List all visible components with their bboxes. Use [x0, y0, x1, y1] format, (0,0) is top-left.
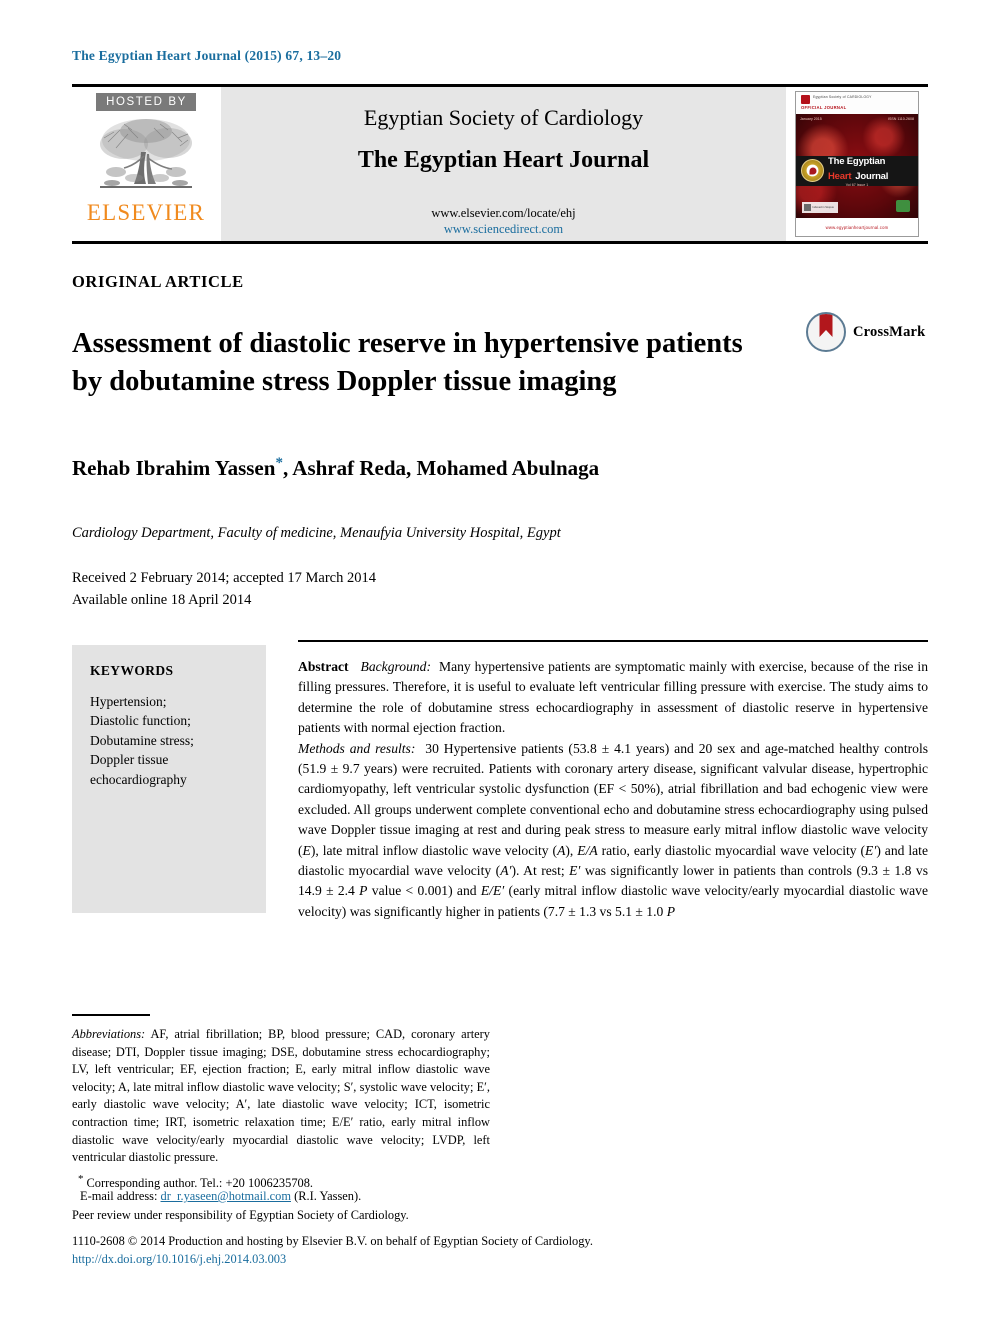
hosted-by-badge: HOSTED BY — [96, 93, 196, 111]
author-list: Rehab Ibrahim Yassen*, Ashraf Reda, Moha… — [72, 455, 599, 481]
abbreviations-label: Abbreviations: — [72, 1027, 146, 1041]
society-name: Egyptian Society of Cardiology — [363, 105, 644, 130]
keyword-item: Diastolic function; — [90, 713, 191, 729]
abstract-label: Abstract — [298, 659, 349, 674]
copyright-note: 1110-2608 © 2014 Production and hosting … — [72, 1234, 593, 1248]
abstract-methods-body-3: ), — [565, 842, 578, 858]
symbol-E-prime-2: E′ — [569, 862, 581, 878]
cover-index-badge: Indexed in Scopus — [802, 202, 838, 213]
email-label: E-mail address: — [80, 1189, 158, 1203]
abbreviations-note: Abbreviations: AF, atrial fibrillation; … — [72, 1026, 490, 1167]
cover-title-line1: The Egyptian — [828, 156, 886, 168]
abstract-background-label: Background: — [360, 659, 432, 674]
footnote-rule — [72, 1014, 150, 1016]
doi-link[interactable]: http://dx.doi.org/10.1016/j.ehj.2014.03.… — [72, 1252, 286, 1267]
abstract-background-paragraph: Abstract Background: Many hypertensive p… — [298, 657, 928, 739]
received-accepted-date: Received 2 February 2014; accepted 17 Ma… — [72, 570, 376, 586]
keywords-list: Hypertension; Diastolic function; Dobuta… — [90, 692, 250, 789]
elsevier-wordmark: ELSEVIER — [86, 200, 206, 225]
peer-review-note: Peer review under responsibility of Egyp… — [72, 1208, 409, 1222]
cover-issn: ISSN 1110-2608 — [887, 117, 914, 121]
cover-publisher-icon — [896, 200, 910, 212]
journal-cover-block: Egyptian Society of CARDIOLOGY OFFICIAL … — [786, 87, 928, 241]
abstract-text: Abstract Background: Many hypertensive p… — [298, 657, 928, 922]
affiliation: Cardiology Department, Faculty of medici… — [72, 525, 561, 541]
symbol-P-value-2: P — [666, 903, 675, 919]
sciencedirect-url[interactable]: www.sciencedirect.com — [444, 222, 563, 238]
cover-issue-date: January 2015 — [800, 117, 822, 121]
cover-title-heart: Heart — [828, 171, 852, 183]
cover-header-strip: Egyptian Society of CARDIOLOGY OFFICIAL … — [796, 92, 918, 115]
journal-citation: The Egyptian Heart Journal (2015) 67, 13… — [72, 48, 342, 63]
page-title: Assessment of diastolic reserve in hyper… — [72, 328, 743, 397]
author-primary: Rehab Ibrahim Yassen — [72, 456, 276, 480]
available-online-date: Available online 18 April 2014 — [72, 592, 252, 609]
abstract-methods-body-8: value < 0.001) and — [367, 883, 481, 899]
keywords-heading: KEYWORDS — [90, 663, 174, 678]
keyword-item: Doppler tissue — [90, 752, 169, 768]
symbol-A-prime: A′ — [500, 862, 512, 878]
cover-society-line: Egyptian Society of CARDIOLOGY — [813, 95, 872, 99]
abbreviations-body: AF, atrial fibrillation; BP, blood press… — [72, 1027, 490, 1165]
keyword-item: Dobutamine stress; — [90, 732, 194, 748]
email-owner: (R.I. Yassen). — [294, 1189, 362, 1203]
cover-title-band: The Egyptian Heart Journal — [796, 155, 918, 186]
article-type-label: ORIGINAL ARTICLE — [72, 272, 244, 291]
journal-masthead: HOSTED BY ELSEVIER Egyptian Society of C… — [72, 84, 928, 244]
journal-banner: Egyptian Society of Cardiology The Egypt… — [220, 87, 786, 241]
abstract-methods-body-4: ratio, early diastolic myocardial wave v… — [597, 842, 866, 858]
abstract-methods-body-2: ), late mitral inflow diastolic wave vel… — [310, 842, 558, 858]
email-link[interactable]: dr_r.yaseen@hotmail.com — [161, 1189, 291, 1203]
publisher-logo-block: HOSTED BY ELSEVIER — [72, 87, 220, 241]
cover-title-journal: Journal — [855, 171, 889, 183]
symbol-EA-ratio: E/A — [577, 842, 598, 858]
society-emblem-icon — [801, 95, 810, 104]
cover-official-journal-line: OFFICIAL JOURNAL — [801, 105, 847, 110]
abstract-methods-body-6: ). At rest; — [511, 862, 570, 878]
journal-cover-thumbnail: Egyptian Society of CARDIOLOGY OFFICIAL … — [795, 91, 919, 237]
article-first-page: The Egyptian Heart Journal (2015) 67, 13… — [0, 0, 992, 1323]
crossmark-badge[interactable]: CrossMark — [806, 312, 925, 352]
keyword-item: echocardiography — [90, 771, 187, 787]
cover-seal-icon — [801, 159, 824, 183]
crossmark-icon — [806, 312, 846, 352]
keywords-box: KEYWORDS Hypertension; Diastolic functio… — [72, 645, 266, 913]
symbol-E-prime: E′ — [865, 842, 877, 858]
elsevier-tree-icon — [100, 119, 192, 188]
author-rest: , Ashraf Reda, Mohamed Abulnaga — [282, 456, 600, 480]
cover-badge-icon — [804, 204, 811, 211]
abstract-methods-body-1: 30 Hypertensive patients (53.8 ± 4.1 yea… — [298, 740, 929, 858]
abstract-methods-label: Methods and results: — [298, 740, 416, 756]
cover-website: www.egyptianheartjournal.com — [796, 218, 918, 236]
abstract-top-rule — [298, 640, 928, 642]
corresponding-author-marker: * — [275, 455, 283, 471]
symbol-E: E — [302, 842, 311, 858]
publication-dates: Received 2 February 2014; accepted 17 Ma… — [72, 567, 376, 612]
cover-issue-line: January 2015 ISSN 1110-2608 — [800, 117, 914, 121]
email-note: E-mail address: dr_r.yaseen@hotmail.com … — [80, 1189, 500, 1204]
cover-artwork: January 2015 ISSN 1110-2608 The Egyptian… — [796, 114, 918, 218]
crossmark-label: CrossMark — [853, 323, 926, 340]
corresponding-star-icon: * — [78, 1173, 84, 1185]
journal-homepage-url[interactable]: www.elsevier.com/locate/ehj — [431, 206, 575, 222]
journal-title: The Egyptian Heart Journal — [357, 147, 650, 173]
symbol-E-over-E-prime: E/E′ — [480, 883, 505, 899]
cover-volume-line: Vol 67 Issue 1 — [845, 182, 869, 187]
abstract-methods-paragraph: Methods and results: 30 Hypertensive pat… — [298, 739, 928, 923]
keyword-item: Hypertension; — [90, 694, 167, 709]
